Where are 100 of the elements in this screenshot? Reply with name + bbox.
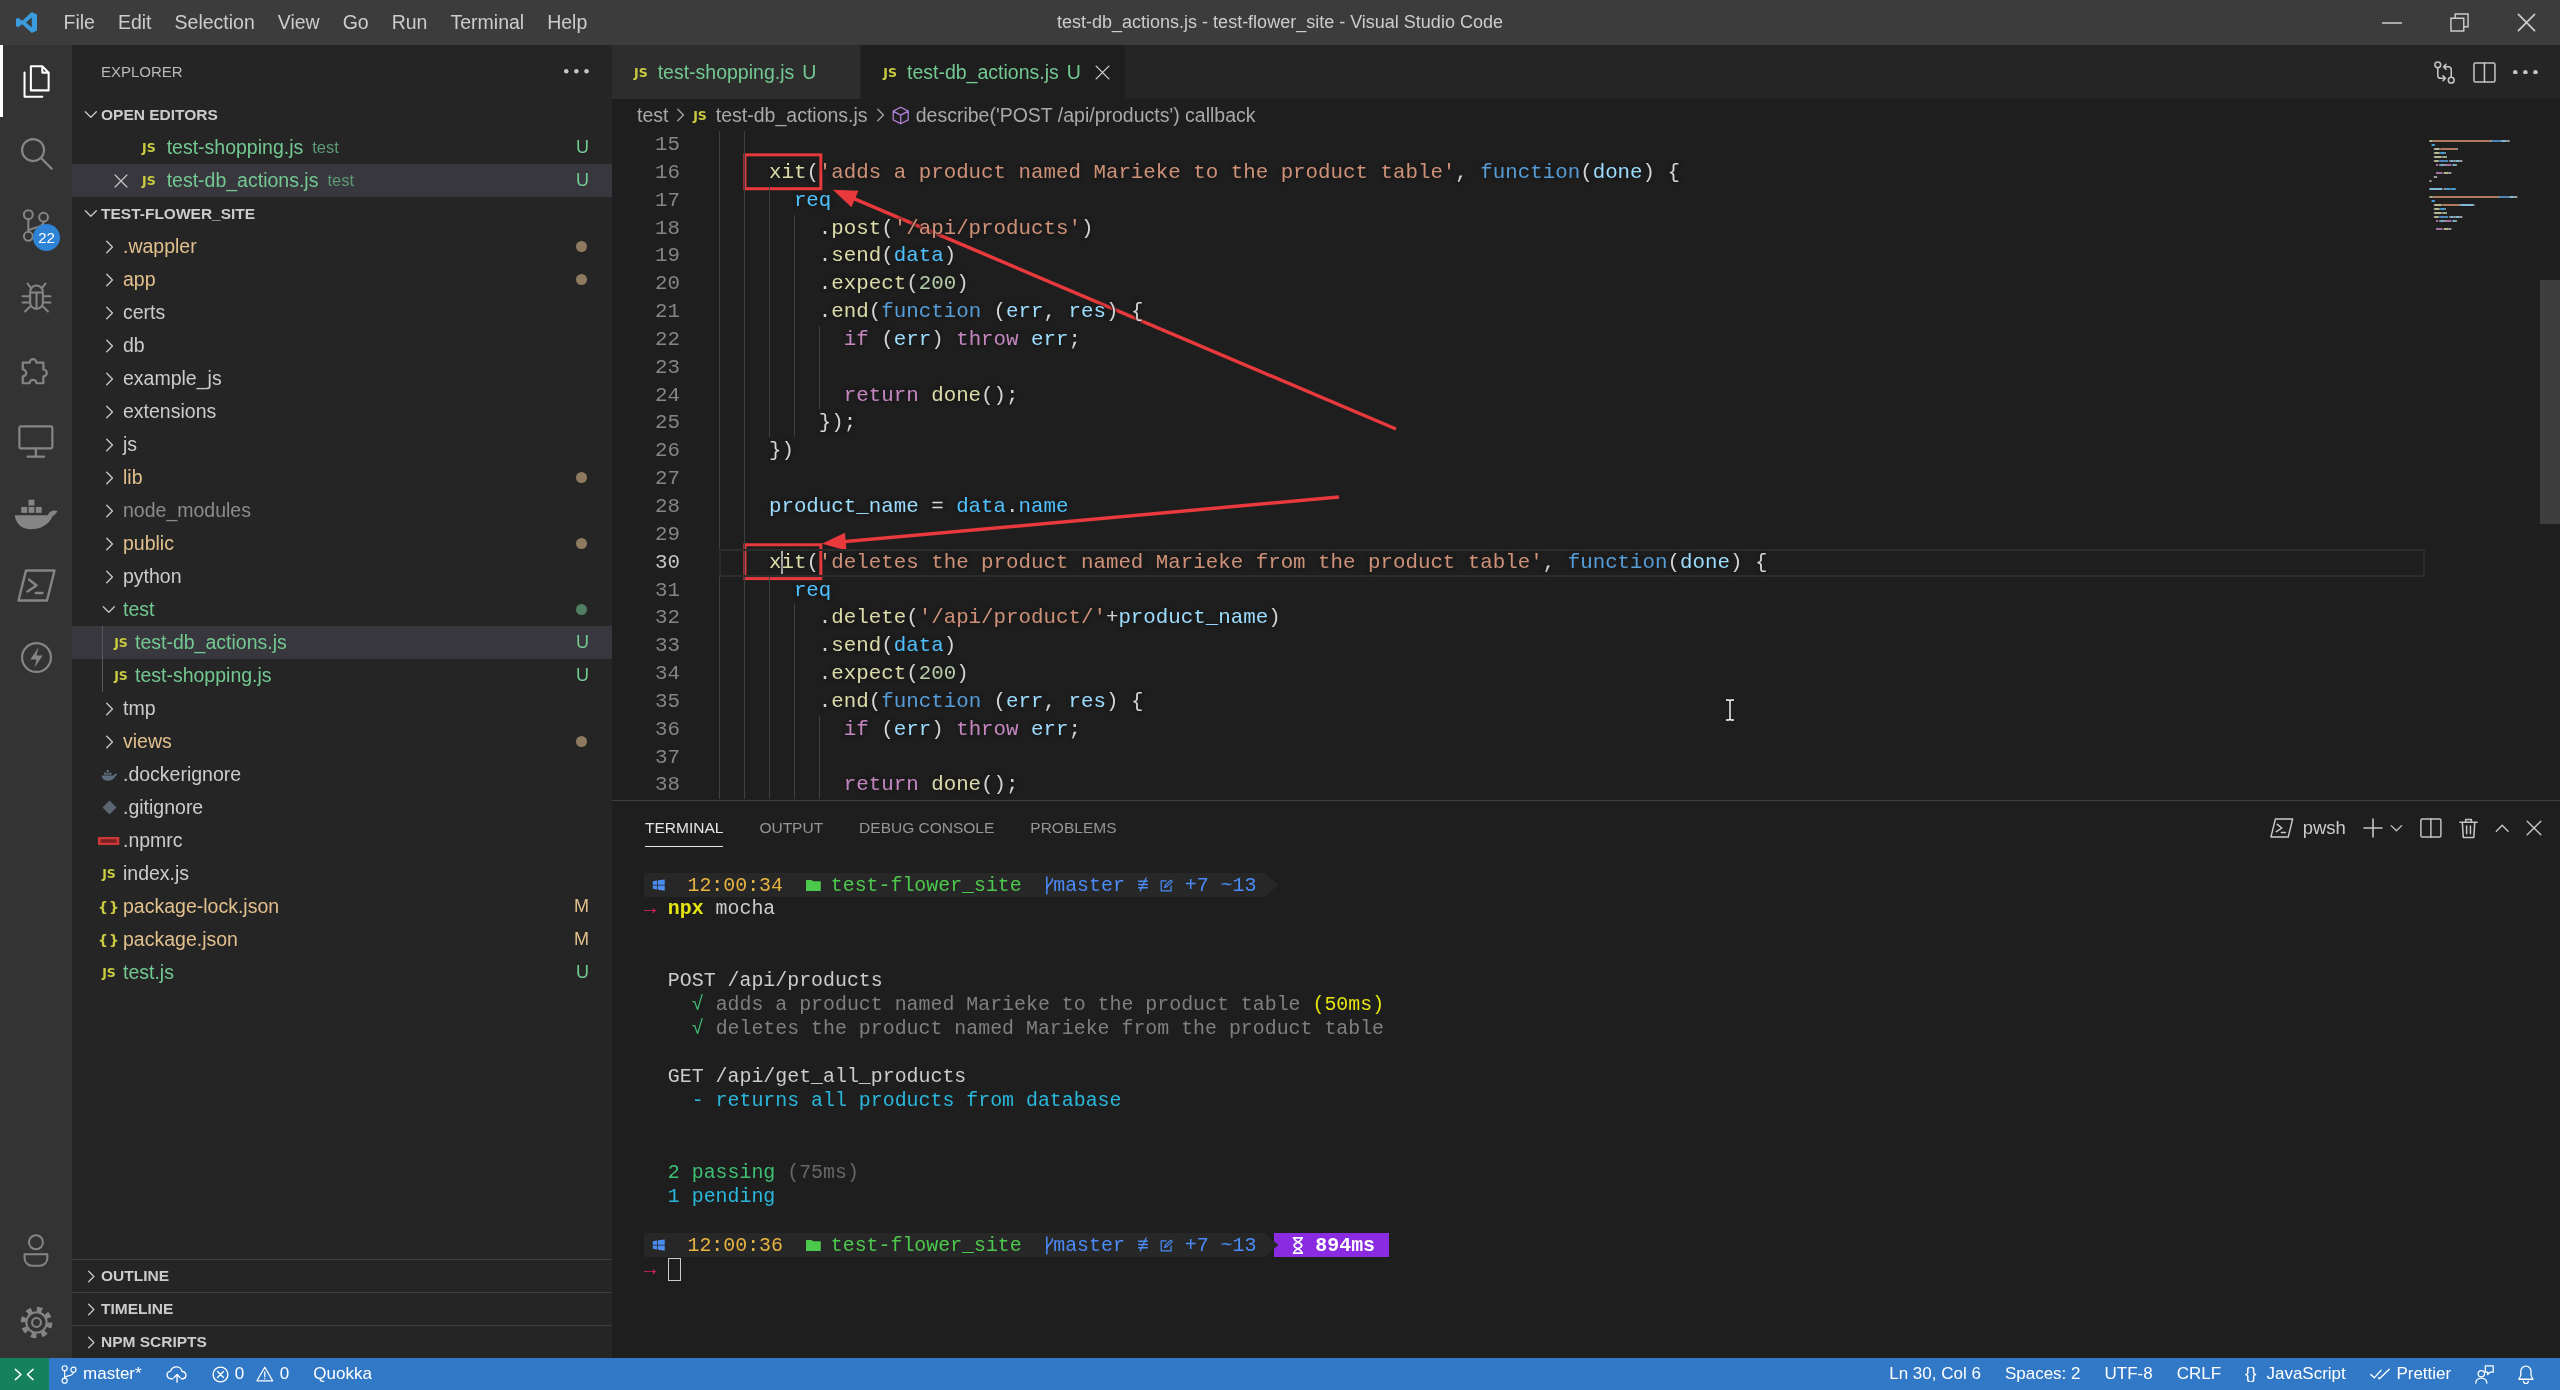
code-line: return done();	[842, 383, 1019, 407]
panel-tab[interactable]: OUTPUT	[759, 809, 824, 847]
branch-status[interactable]: master*	[49, 1358, 154, 1390]
code-line: })	[767, 439, 794, 463]
folder-item[interactable]: extensions	[72, 395, 612, 428]
status-item[interactable]: UTF-8	[2092, 1358, 2165, 1390]
menu-item[interactable]: File	[52, 0, 107, 45]
editor-tab[interactable]: JS test-db_actions.js U	[861, 45, 1126, 99]
bell-icon[interactable]	[2518, 1364, 2534, 1384]
folder-item[interactable]: certs	[72, 296, 612, 329]
folder-item[interactable]: .wappler	[72, 230, 612, 263]
folder-icon	[806, 1239, 821, 1251]
code-line: });	[817, 411, 857, 435]
diamond-icon	[101, 800, 117, 815]
language-mode[interactable]: {} JavaScript	[2233, 1358, 2358, 1390]
plus-icon[interactable]	[2362, 818, 2383, 838]
folder-item[interactable]: app	[72, 263, 612, 296]
open-editor-item[interactable]: JS test-shopping.js test U	[72, 131, 612, 164]
remote-indicator[interactable]	[0, 1358, 49, 1390]
terminal-line: √ deletes the product named Marieke from the product table	[690, 1017, 1385, 1041]
explorer-entry[interactable]: .gitignore	[72, 791, 612, 824]
problems-status[interactable]: 0 0	[199, 1358, 302, 1390]
breadcrumb-item[interactable]: describe('POST /api/products') callback	[892, 103, 1256, 127]
file-type-icon: JS	[114, 635, 128, 650]
minimize-icon[interactable]	[2382, 21, 2402, 24]
close-icon[interactable]	[1095, 64, 1111, 80]
folder-item[interactable]: db	[72, 329, 612, 362]
folder-item[interactable]: js	[72, 428, 612, 461]
menu-item[interactable]: View	[266, 0, 332, 45]
editor-tab[interactable]: JS test-shopping.js U	[612, 45, 862, 99]
explorer-entry[interactable]: {}package.json M	[72, 923, 612, 956]
status-item[interactable]: CRLF	[2164, 1358, 2234, 1390]
file-type-icon: {}	[98, 898, 120, 915]
account-icon[interactable]	[22, 1233, 50, 1267]
chevron-up-icon[interactable]	[2494, 823, 2509, 833]
more-actions-icon[interactable]	[2513, 69, 2538, 75]
sync-status: ≢	[1136, 1233, 1149, 1257]
status-item[interactable]: Spaces: 2	[1992, 1358, 2093, 1390]
line-number: 21	[654, 299, 680, 326]
explorer-entry[interactable]: .dockerignore	[72, 758, 612, 791]
formatter-status[interactable]: Prettier	[2357, 1358, 2464, 1390]
trash-icon[interactable]	[2458, 817, 2478, 839]
settings-icon[interactable]	[19, 1305, 53, 1339]
folder-item[interactable]: lib	[72, 461, 612, 494]
panel-tab[interactable]: PROBLEMS	[1030, 809, 1117, 847]
folder-item[interactable]: test	[72, 593, 612, 626]
folder-item[interactable]: python	[72, 560, 612, 593]
menu-item[interactable]: Run	[380, 0, 439, 45]
split-editor-icon[interactable]	[2473, 61, 2497, 83]
menu-item[interactable]: Selection	[163, 0, 267, 45]
explorer-entry[interactable]: {}package-lock.json M	[72, 890, 612, 923]
split-terminal-icon[interactable]	[2419, 818, 2442, 838]
folder-item[interactable]: public	[72, 527, 612, 560]
close-icon[interactable]	[114, 173, 128, 188]
branch-icon	[1043, 875, 1054, 895]
explorer-entry[interactable]: .npmrc	[72, 824, 612, 857]
explorer-entry[interactable]: JS test-db_actions.js U	[72, 626, 612, 659]
menu-item[interactable]: Terminal	[438, 0, 536, 45]
feedback-icon[interactable]	[2475, 1364, 2495, 1384]
restore-icon[interactable]	[2450, 13, 2469, 32]
file-type-icon: JS	[883, 64, 897, 80]
section-header[interactable]: OPEN EDITORS	[72, 98, 612, 131]
symbol-icon	[892, 105, 910, 125]
code-line: if (err) throw err;	[842, 717, 1081, 741]
section-header[interactable]: TEST-FLOWER_SITE	[72, 197, 612, 230]
terminal-line: 2 passing (75ms)	[666, 1161, 859, 1185]
terminal-cursor	[667, 1257, 681, 1281]
menu-item[interactable]: Edit	[106, 0, 164, 45]
folder-item[interactable]: tmp	[72, 692, 612, 725]
section-header[interactable]: TIMELINE	[72, 1292, 612, 1325]
menu-item[interactable]: Help	[535, 0, 599, 45]
panel-tab[interactable]: DEBUG CONSOLE	[859, 809, 995, 847]
panel-tab[interactable]: TERMINAL	[645, 809, 724, 847]
close-icon[interactable]	[2526, 820, 2542, 836]
folder-item[interactable]: node_modules	[72, 494, 612, 527]
open-editor-item[interactable]: JS test-db_actions.js test U	[72, 164, 612, 197]
explorer-entry[interactable]: JS test-shopping.js U	[72, 659, 612, 692]
open-changes-icon[interactable]	[2433, 60, 2457, 84]
activity-tab[interactable]: 22	[0, 189, 72, 261]
close-icon[interactable]	[2517, 13, 2536, 32]
line-number: 15	[654, 132, 680, 158]
status-item[interactable]: Quokka	[301, 1358, 384, 1390]
breadcrumb-item[interactable]: JS test-db_actions.js	[693, 103, 868, 127]
scrollbar-thumb[interactable]	[2540, 280, 2560, 524]
search-icon	[19, 136, 53, 170]
folder-item[interactable]: example_js	[72, 362, 612, 395]
more-actions-icon[interactable]	[564, 69, 589, 74]
status-item[interactable]: Ln 30, Col 6	[1877, 1358, 1993, 1390]
breadcrumb-item[interactable]: test	[637, 103, 669, 127]
explorer-entry[interactable]: JS test.js U	[72, 956, 612, 989]
folder-item[interactable]: views	[72, 725, 612, 758]
menu-item[interactable]: Go	[331, 0, 381, 45]
prompt-changes: +7 ~13	[1184, 873, 1257, 897]
explorer-entry[interactable]: JS index.js	[72, 857, 612, 890]
section-header[interactable]: OUTLINE	[72, 1259, 612, 1292]
remote-icon	[14, 1367, 35, 1381]
cloud-upload-icon[interactable]	[165, 1365, 188, 1383]
file-type-icon: JS	[142, 173, 156, 188]
chevron-down-icon[interactable]	[2389, 824, 2403, 832]
terminal-selector[interactable]: pwsh	[2270, 817, 2346, 839]
